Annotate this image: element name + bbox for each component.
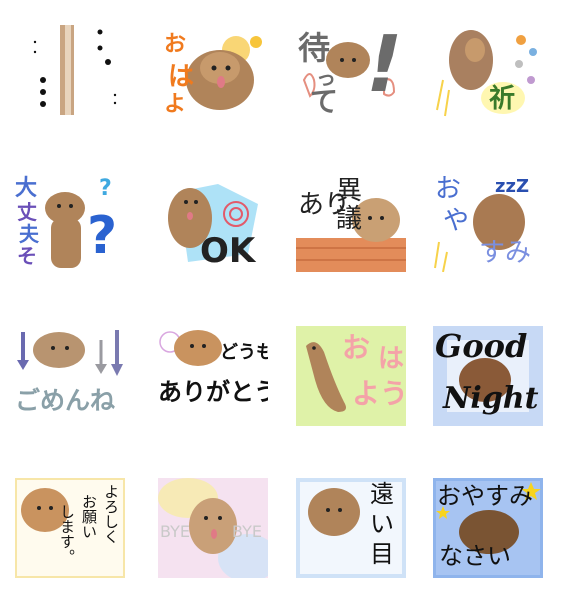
sticker-dots[interactable] — [15, 20, 125, 120]
ohayou-text-you: よう — [352, 377, 406, 410]
sticker-goodnight[interactable]: Good Night — [433, 326, 543, 426]
daijoubu-char-4: そ — [17, 244, 37, 268]
ok-text: OK — [200, 231, 256, 271]
sticker-byebye[interactable]: BYE BYE — [158, 478, 268, 578]
dog-photo-icon — [33, 25, 117, 115]
sticker-inori[interactable]: 祈 — [433, 20, 543, 120]
inori-char: 祈 — [489, 84, 516, 114]
yoroshiku-col-2: お願い — [80, 494, 98, 539]
daijoubu-char-3: 夫 — [19, 222, 39, 246]
sticker-ok[interactable]: OK — [158, 172, 268, 272]
ohayou-char-2: は — [378, 344, 405, 374]
doumo-text: どうも — [220, 342, 268, 363]
sticker-yoroshiku[interactable]: よろしく お願い します。 — [15, 478, 125, 578]
sticker-ohayo[interactable]: お は よ — [158, 20, 268, 120]
good-text: Good — [435, 327, 528, 365]
yoroshiku-col-1: よろしく — [102, 484, 120, 544]
matte-char-1: 待 — [298, 29, 331, 67]
question-mark-small: ? — [99, 176, 112, 201]
ohayo-char-1: お — [164, 32, 187, 57]
daijoubu-char-2: 丈 — [17, 200, 37, 224]
sticker-daijoubu[interactable]: 大 丈 夫 そ ? ? — [15, 172, 125, 272]
tooime-char-1: 遠 — [370, 480, 394, 508]
ohayo-char-3: よ — [164, 92, 187, 117]
sticker-oyasuminasai[interactable]: おやすみ なさい — [433, 478, 543, 578]
sticker-arigatou[interactable]: どうも ありがとう — [158, 326, 268, 426]
daijoubu-char-1: 大 — [15, 176, 38, 201]
igi-text-ari: あり — [298, 190, 351, 220]
yoroshiku-col-3: します。 — [58, 504, 76, 564]
bye-text-2: BYE — [232, 522, 262, 541]
arigatou-text: ありがとう — [158, 378, 268, 406]
sticker-ohayou2[interactable]: お は よう — [296, 326, 406, 426]
sparkle-icon — [436, 30, 537, 117]
dog-photo-icon — [159, 330, 222, 366]
oyasumi-text-top: おやすみ — [437, 482, 533, 510]
ohayo-char-2: は — [168, 62, 195, 92]
gomenne-text: ごめんね — [15, 386, 116, 415]
nasai-text: なさい — [439, 542, 511, 570]
zzz-icon: zzZ — [495, 176, 530, 197]
sticker-tooime[interactable]: 遠 い 目 — [296, 478, 406, 578]
ohayou-char-1: お — [342, 331, 371, 364]
sticker-grid: お は よ 待 っ て ! 祈 大 丈 夫 そ ? ? OK 異 議 あり お … — [0, 0, 562, 600]
oyasumi-char-2: や — [443, 206, 470, 236]
tooime-char-2: い — [370, 510, 394, 538]
oyasumi-text-sumi: すみ — [479, 238, 532, 268]
bye-text-1: BYE — [160, 522, 190, 541]
oyasumi-char-1: お — [435, 174, 462, 204]
tooime-char-3: 目 — [370, 540, 394, 568]
question-mark-large: ? — [87, 206, 118, 266]
night-text: Night — [443, 381, 539, 416]
sticker-gomenne[interactable]: ごめんね — [15, 326, 125, 426]
matte-char-3: て — [310, 85, 339, 118]
sticker-oyasumi[interactable]: お や すみ zzZ — [433, 172, 543, 272]
sticker-igi[interactable]: 異 議 あり — [296, 172, 406, 272]
sticker-matte[interactable]: 待 っ て ! — [296, 20, 406, 120]
